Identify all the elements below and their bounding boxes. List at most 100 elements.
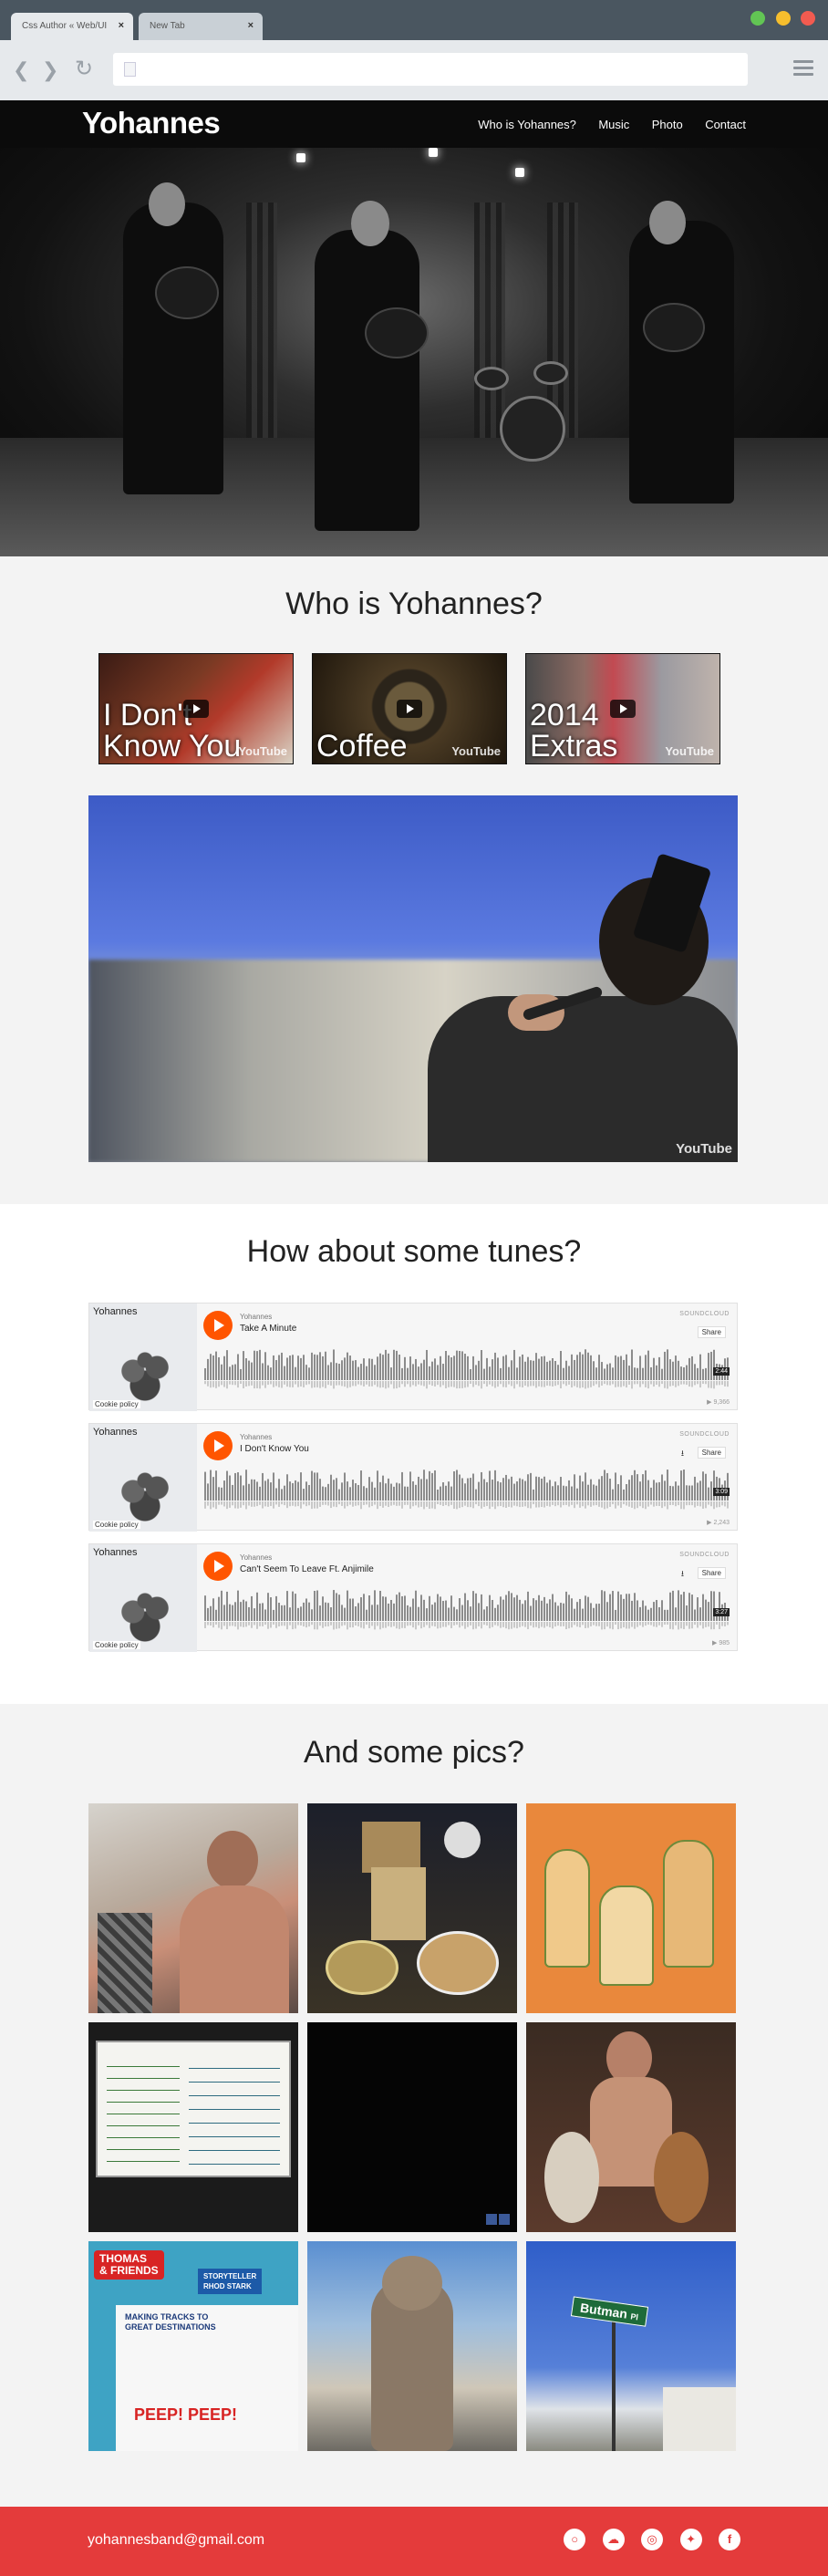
- waveform-bar: [245, 1601, 247, 1621]
- waveform-reflection: [341, 1622, 343, 1626]
- waveform-bar: [628, 1366, 630, 1380]
- photo-guitarists[interactable]: [526, 2022, 736, 2232]
- reload-icon[interactable]: ↻: [75, 56, 93, 82]
- waveform-bar: [237, 1472, 239, 1501]
- play-button[interactable]: [203, 1311, 233, 1340]
- waveform[interactable]: [204, 1349, 730, 1393]
- waveform-reflection: [650, 1501, 652, 1505]
- facebook-icon[interactable]: [499, 2214, 510, 2225]
- soundcloud-logo[interactable]: SOUNDCLOUD: [679, 1431, 730, 1438]
- nav-photo[interactable]: Photo: [652, 118, 683, 131]
- track-artist[interactable]: Yohannes: [240, 1313, 272, 1321]
- soundcloud-logo[interactable]: SOUNDCLOUD: [679, 1311, 730, 1317]
- waveform-reflection: [204, 1622, 206, 1628]
- tab-new[interactable]: New Tab ×: [139, 13, 263, 40]
- photo-drummer-boxhead[interactable]: [307, 1803, 517, 2013]
- photo-thomas-poster[interactable]: THOMAS & FRIENDS STORYTELLER RHOD STARK MA…: [88, 2241, 298, 2451]
- twitter-icon[interactable]: ✦: [679, 2529, 702, 2550]
- waveform-bar: [691, 1485, 693, 1501]
- play-button[interactable]: [203, 1552, 233, 1581]
- play-button[interactable]: [203, 1431, 233, 1460]
- cookie-policy-link[interactable]: Cookie policy: [93, 1521, 140, 1529]
- back-icon[interactable]: ❮: [13, 58, 29, 82]
- featured-video[interactable]: YouTube: [88, 795, 738, 1162]
- waveform[interactable]: [204, 1470, 730, 1513]
- cookie-policy-link[interactable]: Cookie policy: [93, 1641, 140, 1649]
- waveform-bar: [281, 1352, 283, 1380]
- video-thumb-i-dont-know-you[interactable]: I Don't Know You YouTube: [98, 653, 294, 764]
- waveform-bar: [637, 1600, 638, 1621]
- waveform-bar: [322, 1596, 324, 1621]
- waveform-reflection: [368, 1501, 370, 1508]
- waveform-bar: [267, 1593, 269, 1621]
- download-icon[interactable]: ⭳: [681, 1447, 684, 1461]
- waveform-bar: [683, 1367, 685, 1380]
- contact-email[interactable]: yohannesband@gmail.com: [88, 2532, 264, 2549]
- track-artist[interactable]: Yohannes: [240, 1553, 272, 1562]
- soundcloud-icon[interactable]: ○: [564, 2529, 586, 2550]
- waveform-bar: [571, 1354, 573, 1380]
- minimize-button[interactable]: [775, 11, 791, 26]
- track-title[interactable]: I Don't Know You: [240, 1444, 309, 1454]
- tab-label: Css Author « Web/UI: [22, 21, 108, 31]
- nav-music[interactable]: Music: [598, 118, 629, 131]
- play-icon[interactable]: [397, 700, 422, 718]
- play-icon[interactable]: [610, 700, 636, 718]
- waveform-reflection: [661, 1381, 663, 1385]
- waveform-reflection: [680, 1381, 682, 1385]
- tab-active[interactable]: Css Author « Web/UI ×: [11, 13, 133, 40]
- waveform-bar: [516, 1481, 518, 1501]
- video-thumb-2014-extras[interactable]: 2014 Extras YouTube: [525, 653, 720, 764]
- waveform-reflection: [549, 1622, 551, 1627]
- photo-street-sign[interactable]: Butman Pl: [526, 2241, 736, 2451]
- maximize-button[interactable]: [750, 11, 766, 26]
- address-bar[interactable]: [113, 53, 748, 86]
- facebook-icon[interactable]: f: [719, 2529, 740, 2550]
- forward-icon[interactable]: ❯: [42, 58, 58, 82]
- nav-who[interactable]: Who is Yohannes?: [478, 118, 576, 131]
- waveform-reflection: [305, 1501, 307, 1507]
- play-icon[interactable]: [183, 700, 209, 718]
- cookie-policy-link[interactable]: Cookie policy: [93, 1400, 140, 1408]
- track-artist[interactable]: Yohannes: [240, 1433, 272, 1441]
- nav-contact[interactable]: Contact: [705, 118, 746, 131]
- track-title[interactable]: Can't Seem To Leave Ft. Anjimile: [240, 1564, 374, 1574]
- photo-illustrated-band[interactable]: [526, 1803, 736, 2013]
- waveform-reflection: [585, 1501, 586, 1509]
- photo-shirtless-man[interactable]: [88, 1803, 298, 2013]
- instagram-icon[interactable]: ◎: [641, 2529, 664, 2550]
- waveform-reflection: [396, 1501, 398, 1506]
- download-icon[interactable]: ⭳: [681, 1567, 684, 1582]
- site-header: Yohannes Who is Yohannes? Music Photo Co…: [0, 100, 828, 148]
- waveform-bar: [278, 1479, 280, 1501]
- track-title[interactable]: Take A Minute: [240, 1324, 296, 1334]
- waveform-reflection: [388, 1501, 389, 1508]
- video-thumb-coffee[interactable]: Coffee YouTube: [312, 653, 507, 764]
- waveform[interactable]: [204, 1590, 730, 1634]
- photo-whiteboard[interactable]: [88, 2022, 298, 2232]
- close-icon[interactable]: ×: [248, 20, 254, 31]
- waveform-bar: [612, 1367, 614, 1380]
- site-logo[interactable]: Yohannes: [82, 106, 221, 140]
- photo-dark[interactable]: [307, 2022, 517, 2232]
- waveform-bar: [223, 1356, 225, 1380]
- menu-icon[interactable]: [793, 60, 813, 79]
- waveform-reflection: [658, 1381, 660, 1387]
- share-button[interactable]: Share: [697, 1567, 726, 1579]
- waveform-reflection: [590, 1381, 592, 1387]
- waveform-reflection: [669, 1381, 671, 1387]
- cloud-icon[interactable]: ☁: [602, 2529, 625, 2550]
- waveform-bar: [678, 1360, 679, 1380]
- close-window-button[interactable]: [801, 11, 815, 26]
- waveform-bar: [535, 1353, 537, 1380]
- soundcloud-logo[interactable]: SOUNDCLOUD: [679, 1552, 730, 1558]
- waveform-reflection: [289, 1622, 291, 1626]
- photo-statue[interactable]: [307, 2241, 517, 2451]
- waveform-reflection: [513, 1501, 515, 1506]
- share-button[interactable]: Share: [697, 1447, 726, 1459]
- close-icon[interactable]: ×: [119, 20, 124, 31]
- waveform-reflection: [522, 1622, 523, 1626]
- waveform-reflection: [379, 1622, 381, 1630]
- facebook-icon[interactable]: [486, 2214, 497, 2225]
- share-button[interactable]: Share: [697, 1326, 726, 1338]
